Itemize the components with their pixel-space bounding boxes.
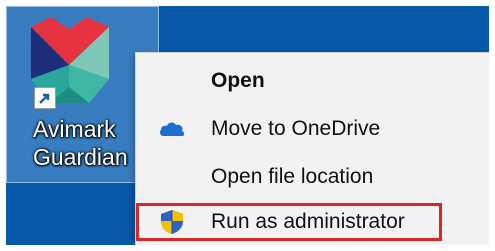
onedrive-cloud-icon — [160, 122, 185, 136]
menu-item-open-file-location[interactable]: Open file location — [136, 155, 489, 199]
desktop: Avimark Guardian Open Move to OneDrive O… — [6, 6, 489, 245]
shortcut-arrow-icon — [34, 87, 56, 109]
menu-item-move-to-onedrive[interactable]: Move to OneDrive — [136, 107, 489, 151]
menu-item-open-file-location-label: Open file location — [211, 165, 374, 188]
menu-item-move-to-onedrive-label: Move to OneDrive — [211, 117, 381, 140]
context-menu: Open Move to OneDrive Open file location… — [135, 52, 489, 245]
highlight-box — [136, 203, 442, 241]
menu-item-open-label: Open — [211, 69, 265, 92]
menu-item-open[interactable]: Open — [136, 59, 489, 103]
